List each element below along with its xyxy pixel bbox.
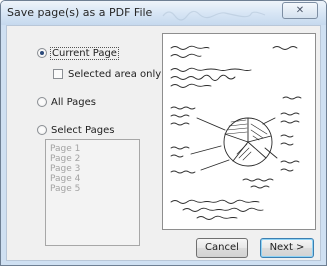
selected-area-checkbox[interactable] xyxy=(53,69,63,79)
select-pages-label: Select Pages xyxy=(51,124,115,136)
all-pages-option[interactable]: All Pages xyxy=(37,95,96,109)
save-pdf-dialog: Save page(s) as a PDF File ✕ Current Pag… xyxy=(0,0,327,266)
title-bar-watermark xyxy=(162,10,266,21)
select-pages-radio[interactable] xyxy=(37,125,47,135)
dialog-body: Current Page Selected area only All Page… xyxy=(6,25,321,261)
current-page-label: Current Page xyxy=(50,46,119,60)
selected-area-label: Selected area only xyxy=(68,68,162,80)
title-bar[interactable]: Save page(s) as a PDF File ✕ xyxy=(1,1,326,25)
dialog-title: Save page(s) as a PDF File xyxy=(7,6,153,19)
all-pages-label: All Pages xyxy=(51,96,96,108)
cancel-button[interactable]: Cancel xyxy=(196,238,248,258)
list-item[interactable]: Page 1 xyxy=(50,144,135,154)
selected-area-option[interactable]: Selected area only xyxy=(53,67,161,81)
pages-list[interactable]: Page 1 Page 2 Page 3 Page 4 Page 5 xyxy=(45,139,140,246)
next-button[interactable]: Next > xyxy=(260,238,314,258)
current-page-radio[interactable] xyxy=(37,48,47,58)
close-button[interactable]: ✕ xyxy=(282,2,318,19)
list-item[interactable]: Page 4 xyxy=(50,174,135,184)
current-page-option[interactable]: Current Page xyxy=(37,46,119,60)
close-icon: ✕ xyxy=(295,5,305,16)
list-item[interactable]: Page 3 xyxy=(50,164,135,174)
handwritten-note-preview xyxy=(170,45,302,220)
list-item[interactable]: Page 2 xyxy=(50,154,135,164)
all-pages-radio[interactable] xyxy=(37,97,47,107)
select-pages-option[interactable]: Select Pages xyxy=(37,123,114,137)
list-item[interactable]: Page 5 xyxy=(50,184,135,194)
page-preview xyxy=(162,33,316,230)
